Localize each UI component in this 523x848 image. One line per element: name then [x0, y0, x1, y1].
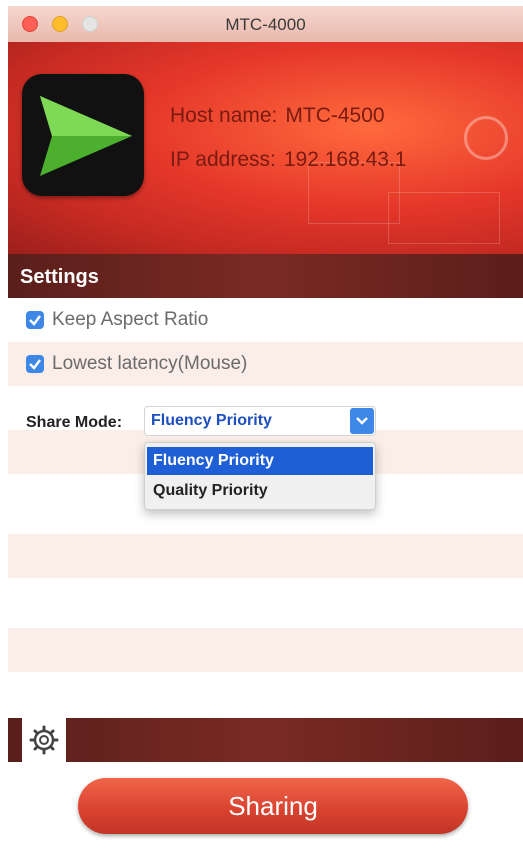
sharing-button[interactable]: Sharing — [78, 778, 468, 834]
window-title: MTC-4000 — [225, 15, 306, 34]
keep-aspect-label[interactable]: Keep Aspect Ratio — [52, 309, 208, 331]
decorative-shape — [388, 192, 500, 244]
host-name-value: MTC-4500 — [285, 104, 385, 127]
header-banner: Host name: MTC-4500 IP address: 192.168.43… — [8, 42, 523, 254]
ip-address-value: 192.168.43.1 — [283, 148, 407, 171]
lowest-latency-row[interactable]: Lowest latency(Mouse) — [8, 342, 523, 386]
ip-address-line: IP address: 192.168.43.1 — [170, 148, 414, 172]
host-name-label: Host name: — [170, 104, 278, 127]
settings-title: Settings — [20, 266, 99, 288]
sharing-button-label: Sharing — [228, 791, 318, 821]
empty-row — [8, 672, 523, 716]
lowest-latency-label[interactable]: Lowest latency(Mouse) — [52, 353, 247, 375]
share-mode-label: Share Mode: — [26, 414, 123, 431]
play-logo-icon — [40, 96, 132, 176]
checkbox-checked-icon — [29, 315, 41, 326]
share-mode-value: Fluency Priority — [151, 412, 272, 429]
gear-icon — [29, 725, 59, 755]
app-logo — [22, 74, 144, 196]
empty-row — [8, 534, 523, 578]
keep-aspect-checkbox[interactable] — [26, 311, 44, 329]
share-mode-dropdown: Fluency Priority Quality Priority — [144, 442, 376, 510]
title-bar: MTC-4000 — [8, 6, 523, 42]
film-reel-icon — [464, 116, 508, 160]
option-fluency-priority[interactable]: Fluency Priority — [147, 447, 373, 475]
share-mode-select[interactable]: Fluency Priority — [144, 406, 376, 436]
app-window: MTC-4000 Host name: MTC-4500 IP address: 1… — [8, 6, 523, 848]
empty-row — [8, 578, 523, 622]
bottom-toolbar — [8, 718, 523, 762]
settings-gear-button[interactable] — [22, 718, 66, 762]
empty-row — [8, 628, 523, 672]
checkbox-checked-icon — [29, 359, 41, 370]
option-quality-priority[interactable]: Quality Priority — [147, 477, 373, 505]
host-name-line: Host name: MTC-4500 — [170, 104, 393, 128]
settings-panel: Keep Aspect Ratio Lowest latency(Mouse) … — [8, 298, 523, 718]
ip-address-label: IP address: — [170, 148, 276, 171]
chevron-updown-icon[interactable] — [350, 408, 374, 434]
settings-header: Settings — [8, 254, 523, 298]
keep-aspect-row[interactable]: Keep Aspect Ratio — [8, 298, 523, 342]
lowest-latency-checkbox[interactable] — [26, 355, 44, 373]
